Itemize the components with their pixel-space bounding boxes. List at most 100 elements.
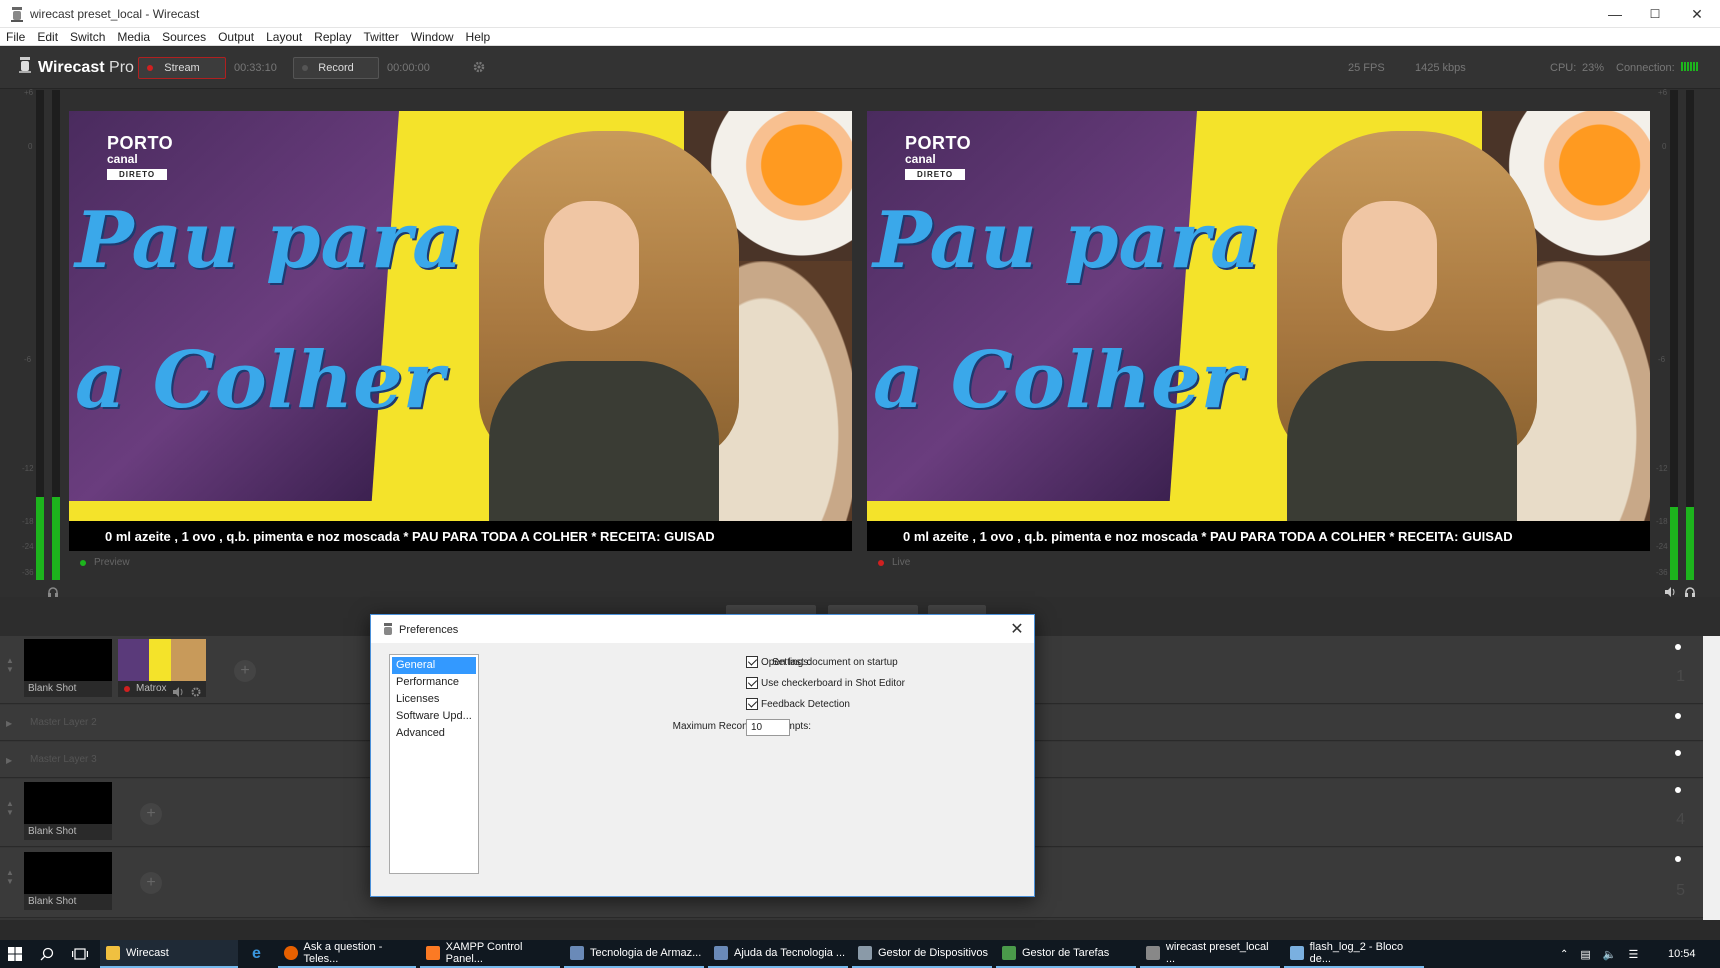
gear-icon[interactable] xyxy=(472,60,486,74)
live-indicator-dot xyxy=(124,686,130,692)
layer-collapse-icon[interactable]: ▲ ▼ xyxy=(6,799,14,817)
add-shot-button[interactable]: + xyxy=(140,803,162,825)
taskbar-item-help[interactable]: Ajuda da Tecnologia ... xyxy=(708,940,848,968)
left-meter-fill xyxy=(52,496,60,580)
menu-switch[interactable]: Switch xyxy=(64,28,111,45)
notepad-icon xyxy=(1290,946,1304,960)
task-view-icon[interactable] xyxy=(72,947,88,961)
shot-blank[interactable]: Blank Shot xyxy=(24,852,112,910)
add-shot-button[interactable]: + xyxy=(234,660,256,682)
menu-layout[interactable]: Layout xyxy=(260,28,308,45)
layer-active-dot[interactable] xyxy=(1675,856,1681,862)
category-performance[interactable]: Performance xyxy=(392,674,476,691)
right-audio-meter-a xyxy=(1670,90,1678,580)
checkbox-checked-icon[interactable] xyxy=(746,677,758,689)
taskbar-item-firefox[interactable]: Ask a question - Teles... xyxy=(278,940,416,968)
option-use-checkerboard[interactable]: Use checkerboard in Shot Editor xyxy=(746,677,905,689)
device-manager-icon xyxy=(858,946,872,960)
windows-taskbar: Wirecast e Ask a question - Teles... XAM… xyxy=(0,940,1720,968)
meter-scale-label: -24 xyxy=(1656,542,1668,551)
live-monitor[interactable]: Pau para a Colher PORTO canal DIRETO 0 ml… xyxy=(867,111,1650,551)
shot-label: Blank Shot xyxy=(24,824,112,840)
volume-icon[interactable]: 🔈 xyxy=(1603,948,1617,961)
category-software-update[interactable]: Software Upd... xyxy=(392,708,476,725)
notification-icon[interactable]: ☰ xyxy=(1629,948,1639,961)
shot-thumbnail xyxy=(24,782,112,824)
layer-active-dot[interactable] xyxy=(1675,644,1681,650)
left-audio-meter-b xyxy=(52,90,60,580)
taskbar-clock[interactable]: 10:54 xyxy=(1668,940,1696,968)
category-advanced[interactable]: Advanced xyxy=(392,725,476,742)
taskbar-item-task-manager[interactable]: Gestor de Tarefas xyxy=(996,940,1136,968)
add-shot-button[interactable]: + xyxy=(140,872,162,894)
option-feedback-detection[interactable]: Feedback Detection xyxy=(746,698,850,710)
menu-window[interactable]: Window xyxy=(405,28,460,45)
option-open-last-document[interactable]: Open last document on startup xyxy=(746,656,898,668)
chevron-up-icon[interactable]: ⌃ xyxy=(1560,949,1568,960)
meter-scale-label: -12 xyxy=(1656,464,1668,473)
channel-logo: PORTO canal DIRETO xyxy=(107,133,174,180)
maximize-button[interactable]: ☐ xyxy=(1632,0,1678,28)
preview-monitor[interactable]: Pau para a Colher PORTO canal DIRETO 0 ml… xyxy=(69,111,852,551)
gear-icon[interactable] xyxy=(190,686,202,698)
layer-collapse-icon[interactable]: ▲ ▼ xyxy=(6,868,14,886)
preferences-category-list: General Performance Licenses Software Up… xyxy=(389,654,479,874)
search-icon[interactable] xyxy=(40,947,54,961)
taskbar-item-storage[interactable]: Tecnologia de Armaz... xyxy=(564,940,704,968)
audio-icon[interactable] xyxy=(172,686,184,698)
taskbar-item-wirecast-preset[interactable]: wirecast preset_local ... xyxy=(1140,940,1280,968)
category-general[interactable]: General xyxy=(392,657,476,674)
meter-scale-label: -18 xyxy=(22,517,34,526)
windows-start-icon[interactable] xyxy=(8,947,22,961)
menu-sources[interactable]: Sources xyxy=(156,28,212,45)
menu-file[interactable]: File xyxy=(0,28,31,45)
menu-media[interactable]: Media xyxy=(111,28,156,45)
record-button[interactable]: Record xyxy=(293,57,379,79)
reconnect-attempts-input[interactable] xyxy=(746,719,790,736)
layer-active-dot[interactable] xyxy=(1675,713,1681,719)
fps-readout: 25 FPS xyxy=(1348,62,1385,74)
category-licenses[interactable]: Licenses xyxy=(392,691,476,708)
taskbar-item-device-manager[interactable]: Gestor de Dispositivos xyxy=(852,940,992,968)
main-toolbar: Wirecast Pro Stream 00:33:10 Record 00:0… xyxy=(0,47,1720,89)
presenter-image xyxy=(1237,131,1567,551)
task-manager-icon xyxy=(1002,946,1016,960)
layer-expand-icon[interactable]: ▶ xyxy=(6,719,12,728)
layer-active-dot[interactable] xyxy=(1675,750,1681,756)
option-label: Use checkerboard in Shot Editor xyxy=(761,677,905,689)
show-title-graphic: Pau para a Colher xyxy=(75,195,463,426)
meter-scale-label: -12 xyxy=(22,464,34,473)
edge-browser-icon: e xyxy=(252,945,261,962)
layers-scrollbar[interactable] xyxy=(1703,636,1720,920)
cpu-label: CPU: xyxy=(1550,62,1577,74)
taskbar-item-wirecast[interactable]: Wirecast xyxy=(100,940,238,968)
menu-output[interactable]: Output xyxy=(212,28,260,45)
stream-timer: 00:33:10 xyxy=(234,62,277,74)
shot-thumbnail xyxy=(118,639,206,681)
meter-scale-label: -36 xyxy=(22,568,34,577)
network-icon[interactable]: ▤ xyxy=(1580,948,1590,961)
dialog-close-button[interactable]: ✕ xyxy=(1006,619,1028,639)
menu-edit[interactable]: Edit xyxy=(31,28,64,45)
menu-help[interactable]: Help xyxy=(460,28,497,45)
menu-replay[interactable]: Replay xyxy=(308,28,357,45)
channel-logo: PORTO canal DIRETO xyxy=(905,133,972,180)
option-label: Open last document on startup xyxy=(761,656,898,668)
left-audio-meter-a xyxy=(36,90,44,580)
taskbar-item-xampp[interactable]: XAMPP Control Panel... xyxy=(420,940,560,968)
taskbar-item-edge[interactable]: e xyxy=(246,940,270,968)
layer-collapse-icon[interactable]: ▲ ▼ xyxy=(6,656,14,674)
shot-blank[interactable]: Blank Shot xyxy=(24,639,112,697)
cpu-value: 23% xyxy=(1582,62,1605,74)
layer-expand-icon[interactable]: ▶ xyxy=(6,756,12,765)
checkbox-checked-icon[interactable] xyxy=(746,656,758,668)
close-button[interactable]: ✕ xyxy=(1674,0,1720,28)
stream-button[interactable]: Stream xyxy=(138,57,226,79)
menu-twitter[interactable]: Twitter xyxy=(358,28,405,45)
shot-blank[interactable]: Blank Shot xyxy=(24,782,112,840)
app-brand: Wirecast Pro xyxy=(38,59,134,76)
taskbar-item-notepad[interactable]: flash_log_2 - Bloco de... xyxy=(1284,940,1424,968)
meter-scale-label: -18 xyxy=(1656,517,1668,526)
checkbox-checked-icon[interactable] xyxy=(746,698,758,710)
layer-active-dot[interactable] xyxy=(1675,787,1681,793)
